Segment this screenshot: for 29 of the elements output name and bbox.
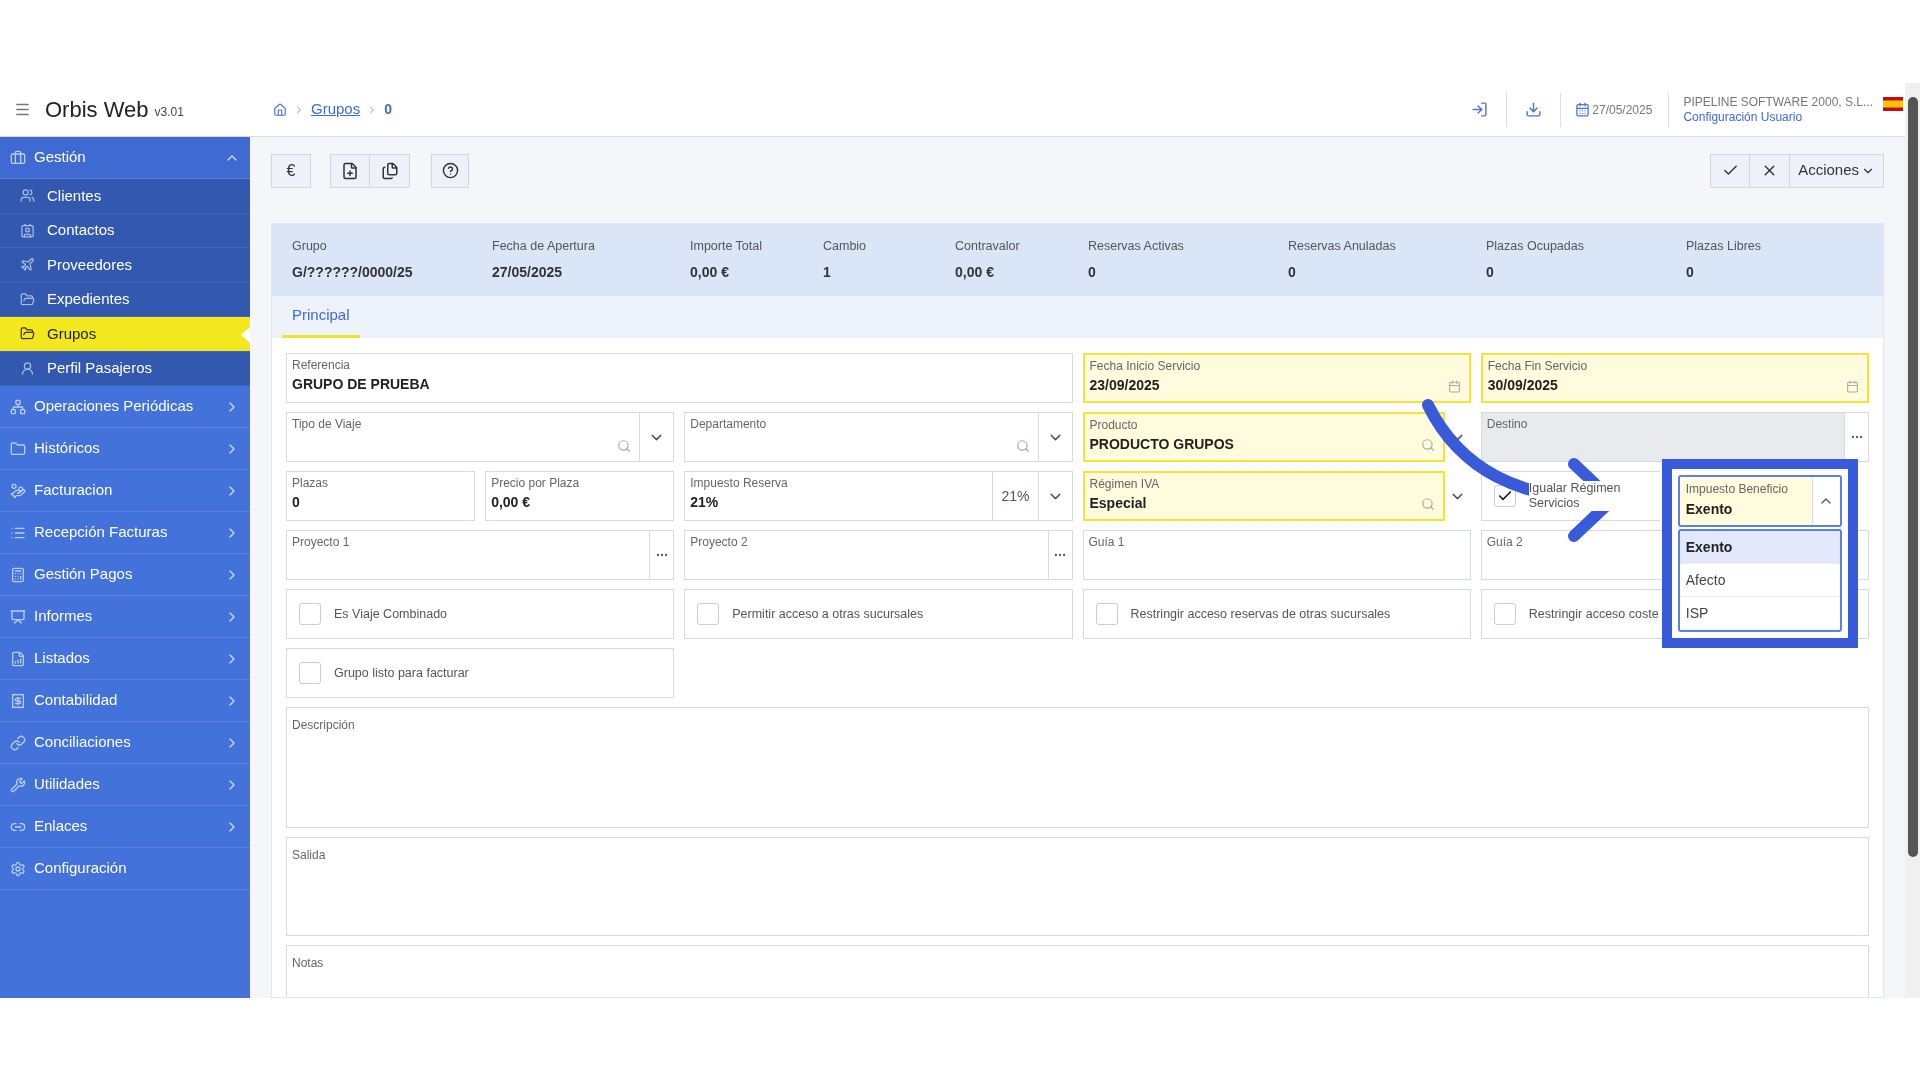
app-title: Orbis Web (45, 96, 149, 124)
summary-value: G/??????/0000/25 (292, 262, 414, 282)
checkbox-label: Restringir acceso reservas de otras sucursales (1130, 606, 1391, 622)
company-name: PIPELINE SOFTWARE 2000, S.L... (1683, 94, 1873, 110)
summary-value: 27/05/2025 (492, 262, 564, 282)
checkbox-label: Es Viaje Combinado (334, 606, 448, 622)
breadcrumb-current: 0 (384, 100, 392, 119)
summary-label: Plazas Ocupadas (1486, 238, 1585, 256)
summary-label: Reservas Anuladas (1288, 238, 1397, 256)
summary-label: Contravalor (955, 238, 1021, 256)
checkbox-label: Grupo listo para facturar (334, 665, 469, 681)
summary-value: 0 (1686, 262, 1695, 282)
summary-value: 0,00 € (955, 262, 995, 282)
summary-value: 1 (823, 262, 832, 282)
summary-value: 0 (1288, 262, 1297, 282)
header-date: 27/05/2025 (1592, 101, 1653, 119)
summary-label: Plazas Libres (1686, 238, 1763, 256)
summary-label: Cambio (823, 238, 868, 256)
summary-value: 0,00 € (690, 262, 730, 282)
summary-label: Importe Total (690, 238, 764, 256)
summary-value: 0 (1486, 262, 1495, 282)
rate-text: 21% (1000, 486, 1031, 506)
summary-value: 0 (1088, 262, 1097, 282)
checkbox-label: Restringir acceso coste (1528, 606, 1659, 622)
app-version: v3.01 (154, 103, 184, 121)
checkbox-label: Permitir acceso a otras sucursales (732, 606, 924, 622)
summary-label: Grupo (292, 238, 328, 256)
summary-label: Reservas Activas (1088, 238, 1185, 256)
summary-label: Fecha de Apertura (492, 238, 596, 256)
